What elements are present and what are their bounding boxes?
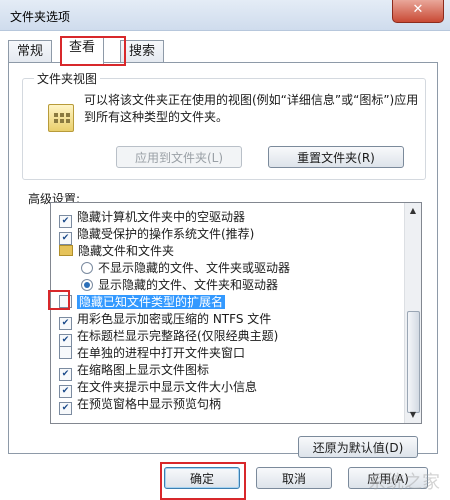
tab-general[interactable]: 常规 bbox=[8, 40, 53, 63]
close-button[interactable]: ✕ bbox=[392, 0, 444, 23]
window-title: 文件夹选项 bbox=[10, 10, 71, 24]
scroll-thumb[interactable] bbox=[407, 311, 420, 413]
list-scrollbar[interactable]: ▲ ▼ bbox=[404, 203, 421, 423]
advanced-settings-list[interactable]: ✔ 隐藏计算机文件夹中的空驱动器 ✔ 隐藏受保护的操作系统文件(推荐) 隐藏文件和文… bbox=[50, 202, 422, 424]
tab-search[interactable]: 搜索 bbox=[120, 40, 165, 63]
list-item[interactable]: 在单独的进程中打开文件夹窗口 bbox=[59, 345, 245, 362]
checkbox-unchecked[interactable] bbox=[59, 346, 72, 359]
list-item[interactable]: ✔ 在文件夹提示中显示文件大小信息 bbox=[59, 379, 257, 398]
folder-view-icon bbox=[48, 104, 74, 132]
list-item[interactable]: ✔ 隐藏受保护的操作系统文件(推荐) bbox=[59, 226, 254, 245]
list-item[interactable]: ✔ 在预览窗格中显示预览句柄 bbox=[59, 396, 221, 415]
list-item[interactable]: ✔ 隐藏计算机文件夹中的空驱动器 bbox=[59, 209, 245, 228]
radio-unchecked[interactable] bbox=[81, 262, 93, 274]
cancel-button[interactable]: 取消 bbox=[256, 467, 332, 489]
radio-checked[interactable] bbox=[81, 279, 93, 291]
reset-folders-button[interactable]: 重置文件夹(R) bbox=[268, 146, 404, 168]
close-icon: ✕ bbox=[412, 2, 424, 17]
tab-view-highlight bbox=[60, 36, 126, 66]
restore-defaults-button[interactable]: 还原为默认值(D) bbox=[298, 436, 418, 458]
ok-button-highlight bbox=[160, 462, 246, 500]
folder-views-heading: 文件夹视图 bbox=[34, 70, 101, 87]
folder-icon bbox=[59, 245, 73, 256]
list-item[interactable]: 显示隐藏的文件、文件夹和驱动器 bbox=[81, 277, 278, 294]
checkbox-checked[interactable]: ✔ bbox=[59, 402, 72, 415]
scroll-up-icon[interactable]: ▲ bbox=[405, 203, 421, 219]
list-item[interactable]: ✔ 在缩略图上显示文件图标 bbox=[59, 362, 209, 381]
list-item-selected[interactable]: 隐藏已知文件类型的扩展名 bbox=[59, 294, 226, 311]
apply-to-folders-button[interactable]: 应用到文件夹(L) bbox=[116, 146, 242, 168]
list-item[interactable]: ✔ 用彩色显示加密或压缩的 NTFS 文件 bbox=[59, 311, 271, 330]
title-bar: 文件夹选项 ✕ bbox=[0, 0, 450, 31]
list-item[interactable]: 不显示隐藏的文件、文件夹或驱动器 bbox=[81, 260, 290, 277]
list-item[interactable]: ✔ 在标题栏显示完整路径(仅限经典主题) bbox=[59, 328, 278, 347]
watermark: 系统之家 bbox=[368, 472, 440, 493]
scroll-down-icon[interactable]: ▼ bbox=[405, 407, 421, 423]
folder-views-description: 可以将该文件夹正在使用的视图(例如“详细信息”或“图标”)应用到所有这种类型的文… bbox=[84, 93, 419, 124]
list-item-group: 隐藏文件和文件夹 bbox=[59, 243, 174, 260]
checkbox-highlight bbox=[48, 290, 70, 310]
